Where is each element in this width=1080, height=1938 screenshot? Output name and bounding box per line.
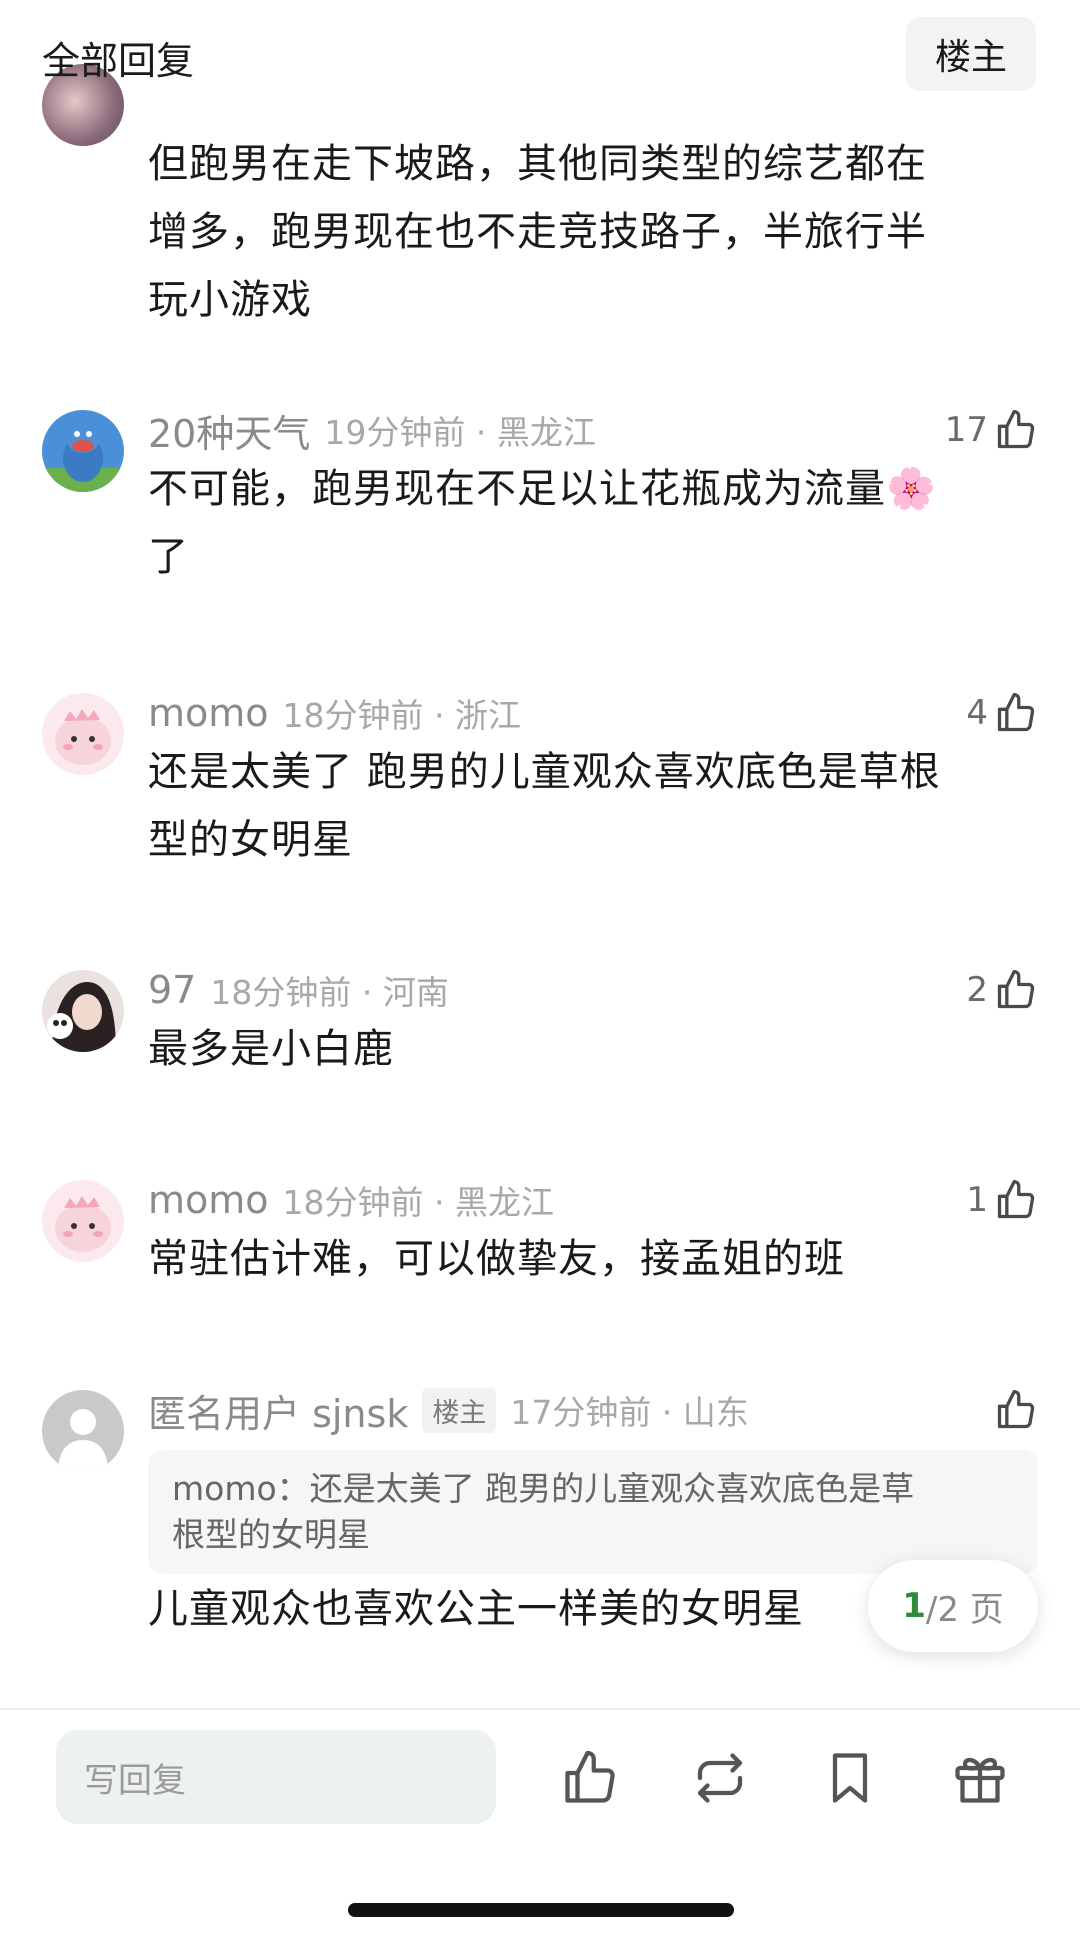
- comment-meta: 97 18分钟前 · 河南: [148, 965, 449, 1015]
- reply-input[interactable]: 写回复: [56, 1730, 496, 1824]
- comment-text: 常驻估计难，可以做挚友，接孟姐的班: [148, 1236, 845, 1282]
- time-location: 18分钟前 · 黑龙江: [282, 1183, 554, 1222]
- default-avatar-icon: [42, 1390, 124, 1472]
- username[interactable]: momo: [148, 691, 269, 735]
- like-button[interactable]: 17: [945, 405, 1038, 455]
- thumbs-up-icon: [997, 410, 1035, 449]
- like-count: 1: [966, 1180, 988, 1220]
- like-button[interactable]: 1: [966, 1175, 1038, 1225]
- gift-icon[interactable]: [950, 1748, 1010, 1808]
- avatar[interactable]: [42, 970, 124, 1052]
- comment-meta: 匿名用户 sjnsk 楼主 17分钟前 · 山东: [148, 1383, 749, 1438]
- thumbs-up-icon: [997, 1390, 1035, 1429]
- avatar[interactable]: [42, 693, 124, 775]
- reply-placeholder: 写回复: [84, 1760, 186, 1801]
- bookmark-icon[interactable]: [820, 1748, 880, 1808]
- thumbs-up-icon: [997, 693, 1035, 732]
- username[interactable]: 97: [148, 968, 196, 1012]
- time-location: 18分钟前 · 河南: [210, 973, 449, 1012]
- username[interactable]: 匿名用户 sjnsk: [148, 1383, 408, 1438]
- like-button[interactable]: 2: [966, 965, 1038, 1015]
- time-location: 19分钟前 · 黑龙江: [324, 413, 596, 452]
- like-count: 4: [966, 693, 988, 733]
- avatar[interactable]: [42, 1390, 124, 1472]
- header: 全部回复 楼主: [0, 0, 1080, 108]
- quoted-reply[interactable]: momo：还是太美了 跑男的儿童观众喜欢底色是草 根型的女明星: [148, 1450, 1038, 1574]
- op-badge: 楼主: [422, 1387, 497, 1433]
- avatar-image: [42, 970, 124, 1052]
- current-page: 1: [902, 1586, 926, 1626]
- avatar-image: [42, 410, 124, 492]
- comment-text: 不可能，跑男现在不足以让花瓶成为流量🌸 了: [148, 466, 937, 580]
- comment-text: 还是太美了 跑男的儿童观众喜欢底色是草根 型的女明星: [148, 749, 941, 863]
- avatar-image: [42, 693, 124, 775]
- username[interactable]: momo: [148, 1178, 269, 1222]
- total-pages: /2 页: [925, 1589, 1004, 1630]
- comment-meta: 20种天气 19分钟前 · 黑龙江: [148, 403, 596, 458]
- like-button[interactable]: 4: [966, 688, 1038, 738]
- like-count: 17: [944, 410, 988, 450]
- thumbs-up-icon: [997, 970, 1035, 1009]
- home-indicator[interactable]: [348, 1903, 734, 1917]
- comment-text: 但跑男在走下坡路，其他同类型的综艺都在 增多，跑男现在也不走竞技路子，半旅行半 …: [148, 141, 927, 323]
- like-count: 2: [966, 970, 988, 1010]
- avatar[interactable]: [42, 410, 124, 492]
- time-location: 18分钟前 · 浙江: [282, 696, 521, 735]
- thumbs-up-icon: [997, 1180, 1035, 1219]
- comment-meta: momo 18分钟前 · 黑龙江: [148, 1175, 554, 1225]
- time-location: 17分钟前 · 山东: [510, 1393, 749, 1432]
- username[interactable]: 20种天气: [148, 403, 310, 458]
- divider: [0, 1708, 1080, 1710]
- comment-text: 最多是小白鹿: [148, 1026, 394, 1072]
- repost-icon[interactable]: [690, 1748, 750, 1808]
- op-only-filter-button[interactable]: 楼主: [906, 17, 1036, 91]
- page-title: 全部回复: [42, 39, 195, 83]
- avatar[interactable]: [42, 1180, 124, 1262]
- avatar-image: [42, 1180, 124, 1262]
- pagination-indicator[interactable]: 1 /2 页: [868, 1560, 1038, 1652]
- like-button[interactable]: [994, 1385, 1038, 1435]
- thumbs-up-icon[interactable]: [560, 1748, 620, 1808]
- comment-meta: momo 18分钟前 · 浙江: [148, 688, 521, 738]
- comment-list: 但跑男在走下坡路，其他同类型的综艺都在 增多，跑男现在也不走竞技路子，半旅行半 …: [0, 0, 1080, 1705]
